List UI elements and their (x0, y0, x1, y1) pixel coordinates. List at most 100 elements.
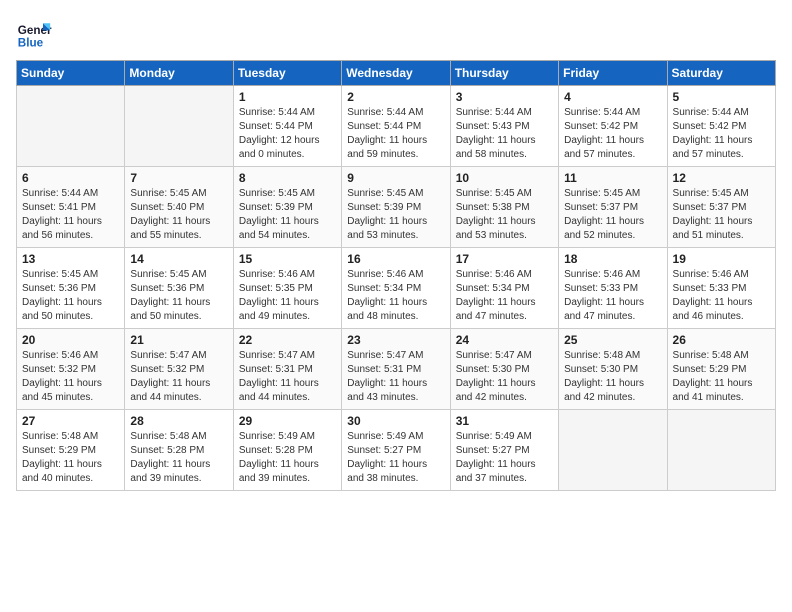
day-number: 8 (239, 171, 336, 185)
day-number: 23 (347, 333, 444, 347)
day-number: 5 (673, 90, 770, 104)
cell-details: Sunrise: 5:48 AM Sunset: 5:29 PM Dayligh… (22, 430, 119, 486)
logo-icon: General Blue (16, 16, 52, 52)
cell-details: Sunrise: 5:45 AM Sunset: 5:39 PM Dayligh… (239, 187, 336, 243)
calendar-header-row: SundayMondayTuesdayWednesdayThursdayFrid… (17, 61, 776, 86)
cell-details: Sunrise: 5:45 AM Sunset: 5:36 PM Dayligh… (22, 268, 119, 324)
cell-details: Sunrise: 5:45 AM Sunset: 5:39 PM Dayligh… (347, 187, 444, 243)
calendar-cell: 13 Sunrise: 5:45 AM Sunset: 5:36 PM Dayli… (17, 248, 125, 329)
cell-details: Sunrise: 5:46 AM Sunset: 5:34 PM Dayligh… (347, 268, 444, 324)
day-number: 22 (239, 333, 336, 347)
cell-details: Sunrise: 5:44 AM Sunset: 5:44 PM Dayligh… (347, 106, 444, 162)
day-number: 28 (130, 414, 227, 428)
calendar-cell: 8 Sunrise: 5:45 AM Sunset: 5:39 PM Daylig… (233, 167, 341, 248)
calendar-cell: 19Sunrise: 5:46 AM Sunset: 5:33 PM Dayli… (667, 248, 775, 329)
cell-details: Sunrise: 5:48 AM Sunset: 5:30 PM Dayligh… (564, 349, 661, 405)
day-header-thursday: Thursday (450, 61, 558, 86)
calendar-cell: 10 Sunrise: 5:45 AM Sunset: 5:38 PM Dayli… (450, 167, 558, 248)
calendar-cell (125, 86, 233, 167)
calendar-cell: 28 Sunrise: 5:48 AM Sunset: 5:28 PM Dayli… (125, 410, 233, 491)
cell-details: Sunrise: 5:45 AM Sunset: 5:37 PM Dayligh… (564, 187, 661, 243)
calendar-cell: 22 Sunrise: 5:47 AM Sunset: 5:31 PM Dayli… (233, 329, 341, 410)
cell-details: Sunrise: 5:48 AM Sunset: 5:28 PM Dayligh… (130, 430, 227, 486)
calendar-cell: 9 Sunrise: 5:45 AM Sunset: 5:39 PM Daylig… (342, 167, 450, 248)
day-number: 31 (456, 414, 553, 428)
cell-details: Sunrise: 5:44 AM Sunset: 5:41 PM Dayligh… (22, 187, 119, 243)
day-number: 17 (456, 252, 553, 266)
calendar-cell: 6 Sunrise: 5:44 AM Sunset: 5:41 PM Daylig… (17, 167, 125, 248)
day-number: 21 (130, 333, 227, 347)
calendar-cell: 15 Sunrise: 5:46 AM Sunset: 5:35 PM Dayli… (233, 248, 341, 329)
day-number: 11 (564, 171, 661, 185)
day-header-sunday: Sunday (17, 61, 125, 86)
calendar-cell: 3 Sunrise: 5:44 AM Sunset: 5:43 PM Daylig… (450, 86, 558, 167)
calendar-table: SundayMondayTuesdayWednesdayThursdayFrid… (16, 60, 776, 491)
calendar-cell: 31 Sunrise: 5:49 AM Sunset: 5:27 PM Dayli… (450, 410, 558, 491)
calendar-cell (667, 410, 775, 491)
calendar-cell: 11 Sunrise: 5:45 AM Sunset: 5:37 PM Dayli… (559, 167, 667, 248)
cell-details: Sunrise: 5:47 AM Sunset: 5:31 PM Dayligh… (239, 349, 336, 405)
day-number: 30 (347, 414, 444, 428)
day-number: 3 (456, 90, 553, 104)
logo: General Blue (16, 16, 58, 52)
day-number: 9 (347, 171, 444, 185)
cell-details: Sunrise: 5:46 AM Sunset: 5:33 PM Dayligh… (564, 268, 661, 324)
cell-details: Sunrise: 5:44 AM Sunset: 5:43 PM Dayligh… (456, 106, 553, 162)
calendar-week-2: 6 Sunrise: 5:44 AM Sunset: 5:41 PM Daylig… (17, 167, 776, 248)
cell-details: Sunrise: 5:45 AM Sunset: 5:37 PM Dayligh… (673, 187, 770, 243)
cell-details: Sunrise: 5:44 AM Sunset: 5:44 PM Dayligh… (239, 106, 336, 162)
cell-details: Sunrise: 5:45 AM Sunset: 5:40 PM Dayligh… (130, 187, 227, 243)
day-number: 19 (673, 252, 770, 266)
day-header-saturday: Saturday (667, 61, 775, 86)
day-number: 12 (673, 171, 770, 185)
svg-text:Blue: Blue (18, 37, 44, 50)
cell-details: Sunrise: 5:45 AM Sunset: 5:38 PM Dayligh… (456, 187, 553, 243)
day-number: 14 (130, 252, 227, 266)
calendar-cell: 14Sunrise: 5:45 AM Sunset: 5:36 PM Dayli… (125, 248, 233, 329)
calendar-week-4: 20Sunrise: 5:46 AM Sunset: 5:32 PM Dayli… (17, 329, 776, 410)
calendar-cell: 17Sunrise: 5:46 AM Sunset: 5:34 PM Dayli… (450, 248, 558, 329)
cell-details: Sunrise: 5:46 AM Sunset: 5:35 PM Dayligh… (239, 268, 336, 324)
calendar-cell: 12 Sunrise: 5:45 AM Sunset: 5:37 PM Dayli… (667, 167, 775, 248)
calendar-week-3: 13 Sunrise: 5:45 AM Sunset: 5:36 PM Dayli… (17, 248, 776, 329)
cell-details: Sunrise: 5:44 AM Sunset: 5:42 PM Dayligh… (564, 106, 661, 162)
calendar-cell: 23Sunrise: 5:47 AM Sunset: 5:31 PM Dayli… (342, 329, 450, 410)
day-number: 15 (239, 252, 336, 266)
day-header-friday: Friday (559, 61, 667, 86)
calendar-cell: 5 Sunrise: 5:44 AM Sunset: 5:42 PM Daylig… (667, 86, 775, 167)
calendar-cell (559, 410, 667, 491)
calendar-cell: 30 Sunrise: 5:49 AM Sunset: 5:27 PM Dayli… (342, 410, 450, 491)
calendar-cell: 21Sunrise: 5:47 AM Sunset: 5:32 PM Dayli… (125, 329, 233, 410)
day-header-wednesday: Wednesday (342, 61, 450, 86)
calendar-cell: 1 Sunrise: 5:44 AM Sunset: 5:44 PM Daylig… (233, 86, 341, 167)
day-number: 20 (22, 333, 119, 347)
calendar-week-1: 1 Sunrise: 5:44 AM Sunset: 5:44 PM Daylig… (17, 86, 776, 167)
calendar-cell: 25Sunrise: 5:48 AM Sunset: 5:30 PM Dayli… (559, 329, 667, 410)
day-number: 24 (456, 333, 553, 347)
calendar-cell (17, 86, 125, 167)
calendar-cell: 24 Sunrise: 5:47 AM Sunset: 5:30 PM Dayli… (450, 329, 558, 410)
cell-details: Sunrise: 5:47 AM Sunset: 5:30 PM Dayligh… (456, 349, 553, 405)
calendar-cell: 20Sunrise: 5:46 AM Sunset: 5:32 PM Dayli… (17, 329, 125, 410)
cell-details: Sunrise: 5:49 AM Sunset: 5:27 PM Dayligh… (347, 430, 444, 486)
day-number: 1 (239, 90, 336, 104)
calendar-cell: 2 Sunrise: 5:44 AM Sunset: 5:44 PM Daylig… (342, 86, 450, 167)
day-number: 13 (22, 252, 119, 266)
day-number: 29 (239, 414, 336, 428)
calendar-cell: 7 Sunrise: 5:45 AM Sunset: 5:40 PM Daylig… (125, 167, 233, 248)
calendar-cell: 26 Sunrise: 5:48 AM Sunset: 5:29 PM Dayli… (667, 329, 775, 410)
day-number: 10 (456, 171, 553, 185)
day-number: 6 (22, 171, 119, 185)
day-number: 2 (347, 90, 444, 104)
calendar-cell: 27 Sunrise: 5:48 AM Sunset: 5:29 PM Dayli… (17, 410, 125, 491)
day-header-tuesday: Tuesday (233, 61, 341, 86)
cell-details: Sunrise: 5:44 AM Sunset: 5:42 PM Dayligh… (673, 106, 770, 162)
day-number: 27 (22, 414, 119, 428)
cell-details: Sunrise: 5:49 AM Sunset: 5:27 PM Dayligh… (456, 430, 553, 486)
day-number: 26 (673, 333, 770, 347)
calendar-week-5: 27 Sunrise: 5:48 AM Sunset: 5:29 PM Dayli… (17, 410, 776, 491)
day-number: 16 (347, 252, 444, 266)
cell-details: Sunrise: 5:48 AM Sunset: 5:29 PM Dayligh… (673, 349, 770, 405)
day-number: 7 (130, 171, 227, 185)
calendar-cell: 29Sunrise: 5:49 AM Sunset: 5:28 PM Dayli… (233, 410, 341, 491)
